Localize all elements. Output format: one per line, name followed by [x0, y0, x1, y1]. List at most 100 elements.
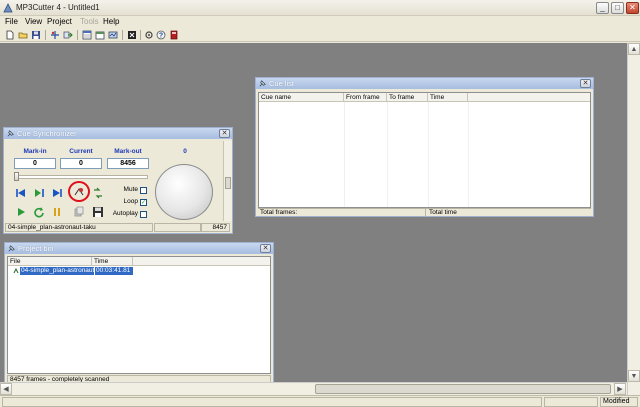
- column-time[interactable]: Time: [428, 93, 468, 102]
- toolbar-separator: [45, 30, 46, 40]
- synchronizer-window: Cue Synchronizer ✕ Mark-in Current Mark-…: [3, 127, 233, 234]
- export-icon[interactable]: [63, 30, 73, 40]
- cue-list-title: Cue list: [269, 79, 295, 88]
- scroll-left-arrow-icon[interactable]: ◀: [0, 383, 12, 395]
- status-panel-main: [2, 397, 542, 407]
- settings-icon[interactable]: [144, 30, 154, 40]
- current-field[interactable]: 0: [60, 158, 102, 169]
- cue-list-close-button[interactable]: ✕: [580, 79, 591, 88]
- split-icon[interactable]: [50, 30, 60, 40]
- cut-icon[interactable]: [127, 30, 137, 40]
- mark-out-label: Mark-out: [114, 148, 142, 155]
- cue-list-window: Cue list ✕ Cue name From frame To frame …: [255, 77, 594, 217]
- exit-icon[interactable]: [169, 30, 179, 40]
- synchronizer-title-bar[interactable]: Cue Synchronizer ✕: [4, 128, 232, 139]
- synchronizer-close-button[interactable]: ✕: [219, 129, 230, 138]
- svg-text:?: ?: [159, 33, 163, 40]
- position-slider-thumb[interactable]: [14, 172, 19, 181]
- scroll-right-arrow-icon[interactable]: ▶: [614, 383, 626, 395]
- project-bin-close-button[interactable]: ✕: [260, 244, 271, 253]
- window-pin-icon: [7, 130, 14, 137]
- close-button[interactable]: ✕: [626, 2, 639, 14]
- cue-list-footer: Total frames: Total time: [258, 208, 591, 217]
- column-file[interactable]: File: [8, 257, 92, 266]
- set-mark-in-icon[interactable]: [33, 187, 45, 199]
- cue-list-title-bar[interactable]: Cue list ✕: [256, 78, 593, 89]
- project-bin-icon[interactable]: [95, 30, 105, 40]
- project-bin-window: Project bin ✕ File Time 04-simple_plan-a…: [4, 242, 274, 388]
- menu-bar: File View Project Tools Help: [0, 16, 640, 28]
- column-gridline: [344, 102, 345, 207]
- menu-help[interactable]: Help: [103, 17, 119, 26]
- mute-checkbox[interactable]: [140, 187, 147, 194]
- column-to-frame[interactable]: To frame: [387, 93, 428, 102]
- scrollbar-thumb[interactable]: [315, 384, 611, 394]
- project-bin-table[interactable]: File Time 04-simple_plan-astronaut 00:03…: [7, 256, 271, 374]
- maximize-button[interactable]: □: [611, 2, 624, 14]
- save-icon[interactable]: [31, 30, 41, 40]
- window-pin-icon: [8, 245, 15, 252]
- current-label: Current: [69, 148, 93, 155]
- column-gridline: [428, 102, 429, 207]
- toolbar-separator: [140, 30, 141, 40]
- go-to-end-icon[interactable]: [51, 187, 63, 199]
- status-bar: Modified: [0, 395, 640, 407]
- open-folder-icon[interactable]: [18, 30, 28, 40]
- cue-list-table[interactable]: Cue name From frame To frame Time: [258, 92, 591, 208]
- project-bin-title: Project bin: [18, 244, 54, 253]
- autoplay-label: Autoplay: [112, 210, 138, 217]
- scrollbar-thumb[interactable]: [225, 177, 231, 189]
- menu-project[interactable]: Project: [47, 17, 72, 26]
- total-time-label: Total time: [429, 209, 457, 216]
- column-time[interactable]: Time: [92, 257, 133, 266]
- loop-icon[interactable]: [33, 206, 45, 218]
- scroll-up-arrow-icon[interactable]: ▲: [628, 43, 640, 55]
- window-pin-icon: [259, 80, 266, 87]
- audio-file-icon: [13, 268, 19, 274]
- help-icon[interactable]: ?: [156, 30, 166, 40]
- workspace-vertical-scrollbar[interactable]: ▲ ▼: [627, 43, 640, 395]
- status-field: [154, 223, 201, 232]
- project-bin-title-bar[interactable]: Project bin ✕: [5, 243, 273, 254]
- minimize-button[interactable]: _: [596, 2, 609, 14]
- footer-divider: [425, 209, 426, 217]
- highlight-circle-annotation: [68, 181, 90, 202]
- play-icon[interactable]: [15, 206, 27, 218]
- toolbar-separator: [77, 30, 78, 40]
- go-to-start-icon[interactable]: [15, 187, 27, 199]
- pause-icon[interactable]: [51, 206, 63, 218]
- table-row[interactable]: 04-simple_plan-astronaut 00:03:41.81: [12, 267, 133, 275]
- new-file-icon[interactable]: [5, 30, 15, 40]
- scroll-down-arrow-icon[interactable]: ▼: [628, 370, 640, 382]
- toolbar: ?: [0, 28, 640, 42]
- app-icon: [3, 3, 13, 13]
- loop-checkbox[interactable]: ✓: [140, 199, 147, 206]
- cue-list-icon[interactable]: [82, 30, 92, 40]
- copy-cue-icon[interactable]: [73, 206, 85, 218]
- menu-tools[interactable]: Tools: [80, 17, 99, 26]
- frame-total-field: 8457: [201, 223, 230, 232]
- column-cue-name[interactable]: Cue name: [259, 93, 344, 102]
- synchronizer-scrollbar[interactable]: [223, 141, 232, 221]
- toolbar-separator: [122, 30, 123, 40]
- column-gridline: [468, 102, 469, 207]
- volume-knob[interactable]: [155, 164, 213, 220]
- workspace-horizontal-scrollbar[interactable]: ◀ ▶: [0, 382, 627, 395]
- position-slider[interactable]: [14, 175, 148, 179]
- synchronizer-icon[interactable]: [108, 30, 118, 40]
- menu-view[interactable]: View: [25, 17, 42, 26]
- split-cue-icon[interactable]: [92, 187, 104, 199]
- synchronizer-title: Cue Synchronizer: [17, 129, 77, 138]
- volume-label: 0: [183, 148, 187, 155]
- status-panel-secondary: [544, 397, 598, 407]
- column-from-frame[interactable]: From frame: [344, 93, 387, 102]
- modified-status: Modified: [600, 397, 638, 407]
- app-title: MP3Cutter 4 - Untitled1: [16, 3, 100, 12]
- menu-file[interactable]: File: [5, 17, 18, 26]
- total-frames-label: Total frames:: [260, 209, 298, 216]
- loop-label: Loop: [123, 198, 138, 205]
- mark-out-field[interactable]: 8456: [107, 158, 149, 169]
- autoplay-checkbox[interactable]: [140, 211, 147, 218]
- mark-in-field[interactable]: 0: [14, 158, 56, 169]
- file-time-cell: 00:03:41.81: [95, 267, 133, 275]
